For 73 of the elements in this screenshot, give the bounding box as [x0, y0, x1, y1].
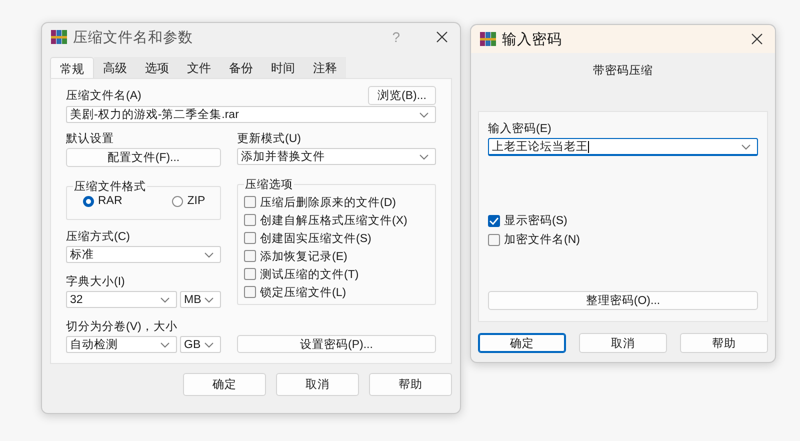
- tab[interactable]: 常规: [50, 57, 94, 78]
- dropdown-field[interactable]: 标准: [66, 246, 221, 263]
- chevron-icon: [204, 252, 214, 258]
- tab[interactable]: 选项: [136, 57, 178, 78]
- checkbox-label: 锁定压缩文件(L): [260, 286, 346, 300]
- checkmark-icon: [489, 216, 499, 224]
- set-password-button[interactable]: 设置密码(P)...: [237, 335, 436, 353]
- field-label: 默认设置: [66, 132, 115, 146]
- checkbox[interactable]: [244, 268, 256, 280]
- radio-label: ZIP: [187, 195, 206, 207]
- field-label: 更新模式(U): [237, 132, 302, 146]
- group-title: 压缩选项: [244, 178, 294, 192]
- close-button[interactable]: [749, 31, 765, 47]
- checkbox-label: 创建固实压缩文件(S): [260, 231, 372, 246]
- tab[interactable]: 注释: [304, 57, 346, 78]
- window-title: 压缩文件名和参数: [73, 28, 193, 46]
- dropdown-field[interactable]: GB: [180, 336, 221, 353]
- checkbox[interactable]: [244, 250, 256, 262]
- dialog-subtitle: 带密码压缩: [592, 63, 654, 79]
- tab[interactable]: 文件: [178, 57, 220, 78]
- browse-button[interactable]: 浏览(B)...: [368, 86, 436, 105]
- chevron-icon: [419, 154, 429, 160]
- checkbox[interactable]: [488, 234, 500, 246]
- chevron-icon: [204, 296, 214, 302]
- tab[interactable]: 备份: [220, 57, 262, 78]
- checkbox-label: 压缩后删除原来的文件(D): [260, 196, 396, 210]
- books-icon: [51, 30, 67, 44]
- chevron-icon: [160, 342, 170, 348]
- checkbox[interactable]: [244, 196, 256, 208]
- field-label: 字典大小(I): [66, 275, 126, 289]
- dropdown-field[interactable]: 美剧-权力的游戏-第二季全集.rar: [66, 106, 436, 123]
- dropdown-field[interactable]: 添加并替换文件: [237, 148, 436, 165]
- checkbox[interactable]: [244, 232, 256, 244]
- dialog-button[interactable]: 帮助: [680, 333, 768, 353]
- tab[interactable]: 高级: [94, 57, 136, 78]
- dialog-button[interactable]: 取消: [579, 333, 667, 353]
- checkbox-label: 测试压缩的文件(T): [260, 268, 359, 282]
- radio-label: RAR: [98, 195, 122, 207]
- checkbox[interactable]: [244, 286, 256, 298]
- close-button[interactable]: [434, 29, 450, 45]
- text-cursor: [588, 140, 589, 153]
- field-label: 压缩文件名(A): [66, 89, 142, 103]
- field-label: 输入密码(E): [488, 122, 552, 136]
- checkbox[interactable]: [488, 214, 500, 226]
- dialog-button[interactable]: 取消: [276, 373, 359, 396]
- chevron-icon: [160, 296, 170, 302]
- checkbox-label: 加密文件名(N): [504, 232, 580, 247]
- checkbox-label: 添加恢复记录(E): [260, 250, 348, 264]
- field-label: 切分为分卷(V)，大小: [66, 320, 178, 334]
- chevron-icon: [419, 112, 429, 118]
- radio-button[interactable]: [172, 196, 184, 206]
- close-icon: [436, 31, 448, 43]
- dropdown-field[interactable]: MB: [180, 291, 221, 308]
- dropdown-field[interactable]: 自动检测: [66, 336, 177, 353]
- dialog-button[interactable]: 确定: [478, 333, 566, 353]
- tab[interactable]: 时间: [262, 57, 304, 78]
- checkbox[interactable]: [244, 214, 256, 226]
- radio-button[interactable]: [83, 196, 94, 206]
- password-field[interactable]: 上老王论坛当老王: [488, 138, 758, 156]
- config-button[interactable]: 配置文件(F)...: [66, 148, 221, 167]
- chevron-icon: [204, 342, 214, 348]
- books-icon: [480, 32, 496, 46]
- chevron-icon: [741, 144, 751, 150]
- group-title: 压缩文件格式: [73, 180, 147, 194]
- window-title: 输入密码: [502, 30, 562, 48]
- field-label: 压缩方式(C): [66, 230, 131, 244]
- checkbox-label: 显示密码(S): [504, 213, 568, 228]
- dropdown-field[interactable]: 32: [66, 291, 177, 308]
- close-icon: [751, 33, 763, 45]
- checkbox-label: 创建自解压格式压缩文件(X): [260, 214, 408, 228]
- dialog-button[interactable]: 帮助: [369, 373, 452, 396]
- dialog-button[interactable]: 确定: [183, 373, 266, 396]
- organize-passwords-button[interactable]: 整理密码(O)...: [488, 291, 758, 310]
